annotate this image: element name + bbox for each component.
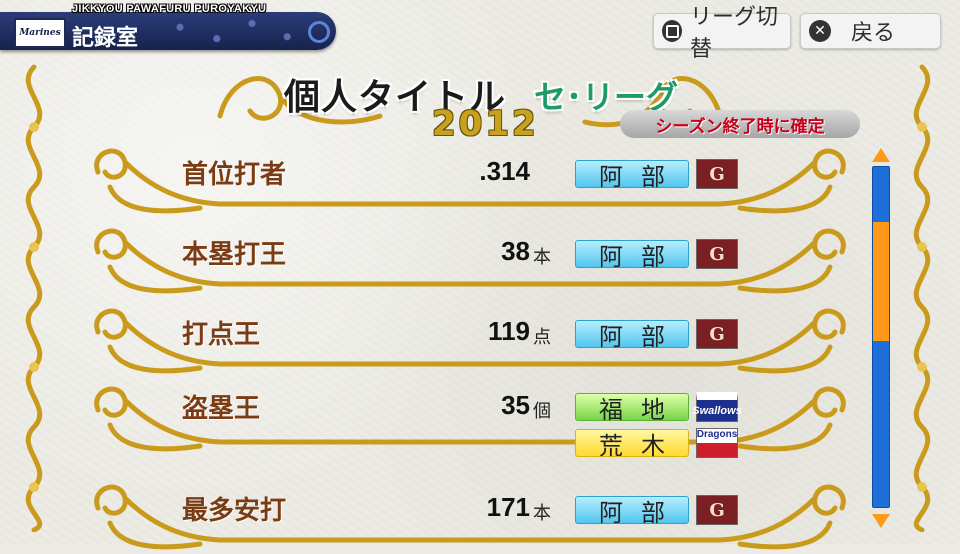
scroll-thumb[interactable] (873, 221, 889, 342)
scroll-up-icon[interactable] (872, 148, 890, 162)
giants-logo: G (696, 319, 738, 349)
cross-button-icon: ✕ (809, 20, 831, 42)
title-row[interactable]: 最多安打 171 本 阿部 G (90, 478, 850, 554)
title-row[interactable]: 盗塁王 35 個 福地 Swallows 荒木 Dragons (90, 380, 850, 460)
scroll-down-icon[interactable] (872, 514, 890, 528)
season-notice: シーズン終了時に確定 (620, 110, 860, 138)
team-logo-text: Marines (19, 28, 61, 38)
right-ornament (913, 64, 931, 532)
title-value: .314 (479, 156, 530, 186)
swallows-logo: Swallows (692, 392, 742, 422)
title-unit: 本 (533, 503, 551, 524)
screen-title: 記録室 (72, 26, 139, 51)
team-logo: Marines (14, 18, 66, 48)
giants-logo: G (696, 495, 738, 525)
title-name: 盗塁王 (182, 394, 261, 424)
title-value: 35 (501, 390, 530, 420)
player-name-plate[interactable]: 阿部 (575, 160, 689, 191)
scrollbar[interactable] (870, 146, 892, 530)
title-unit: 個 (533, 401, 551, 422)
title-row[interactable]: 打点王 119 点 阿部 G (90, 302, 850, 378)
league-switch-label: リーグ切替 (690, 5, 779, 62)
star-pattern (156, 12, 316, 50)
game-subtitle: JIKKYOU PAWAFURU PUROYAKYU (72, 3, 267, 15)
title-row[interactable]: 首位打者 .314 阿部 G (90, 142, 850, 218)
title-unit: 本 (533, 247, 551, 268)
title-row[interactable]: 本塁打王 38 本 阿部 G (90, 222, 850, 298)
title-unit: 点 (533, 327, 551, 348)
title-value: 119 (488, 316, 530, 346)
title-value: 171 (486, 492, 530, 522)
player-name-plate[interactable]: 阿部 (575, 240, 689, 271)
ring-icon (308, 21, 330, 43)
giants-logo: G (696, 239, 738, 269)
league-switch-button[interactable]: リーグ切替 (653, 5, 791, 62)
season-year: 2012 (432, 104, 539, 144)
back-label: 戻る (851, 21, 896, 46)
title-name: 首位打者 (182, 160, 287, 190)
player-name-plate[interactable]: 阿部 (575, 496, 689, 527)
player-name-plate[interactable]: 阿部 (575, 320, 689, 351)
player-name-plate[interactable]: 福地 (575, 393, 689, 424)
giants-logo: G (696, 159, 738, 189)
back-button[interactable]: ✕ 戻る (800, 13, 941, 49)
dragons-logo: Dragons (696, 428, 738, 458)
title-name: 本塁打王 (182, 240, 287, 270)
title-value: 38 (501, 236, 530, 266)
left-ornament (25, 64, 43, 532)
square-button-icon (662, 20, 682, 42)
player-name-plate[interactable]: 荒木 (575, 429, 689, 460)
title-name: 最多安打 (182, 496, 287, 526)
title-name: 打点王 (182, 320, 261, 350)
